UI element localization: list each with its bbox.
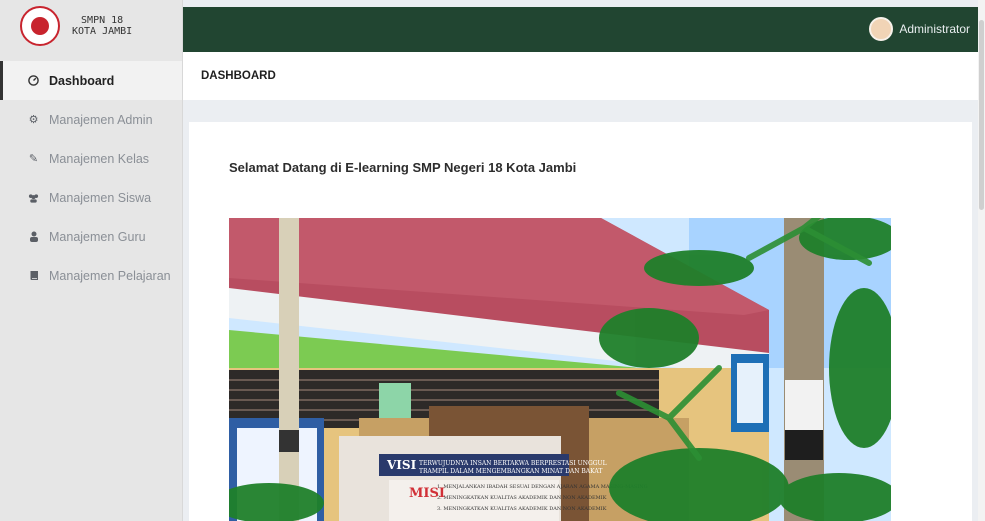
sidebar-item-manajemen-siswa[interactable]: Manajemen Siswa: [0, 178, 182, 217]
pencil-icon: ✎: [28, 153, 39, 165]
sidebar-item-label: Manajemen Admin: [49, 112, 153, 127]
dashboard-icon: [28, 75, 39, 86]
page-scrollbar[interactable]: [978, 0, 985, 521]
sidebar-item-label: Manajemen Kelas: [49, 151, 150, 166]
sidebar-item-label: Manajemen Pelajaran: [49, 268, 171, 283]
users-icon: [28, 192, 39, 203]
user-icon: [28, 231, 39, 242]
school-logo: [20, 6, 60, 46]
sign-visi-title: VISI: [386, 458, 417, 472]
book-icon: [28, 270, 39, 281]
sign-misi-line-2: 2. MENINGKATKAN KUALITAS AKADEMIK DAN NO…: [437, 495, 607, 501]
user-menu[interactable]: Administrator: [869, 17, 970, 41]
sidebar: SMPN 18 KOTA JAMBI Dashboard ⚙ Manajemen…: [0, 0, 183, 521]
sidebar-item-label: Manajemen Guru: [49, 229, 146, 244]
scrollbar-thumb[interactable]: [979, 20, 984, 210]
sidebar-item-dashboard[interactable]: Dashboard: [0, 61, 182, 100]
sidebar-item-manajemen-admin[interactable]: ⚙ Manajemen Admin: [0, 100, 182, 139]
brand-line-2: KOTA JAMBI: [72, 26, 133, 37]
breadcrumb-bar: DASHBOARD: [183, 52, 978, 100]
sidebar-item-label: Manajemen Siswa: [49, 190, 152, 205]
sign-visi-line-1: TERWUJUDNYA INSAN BERTAKWA BERPRESTASI U…: [419, 460, 607, 467]
sidebar-item-manajemen-pelajaran[interactable]: Manajemen Pelajaran: [0, 256, 182, 295]
sidebar-item-manajemen-kelas[interactable]: ✎ Manajemen Kelas: [0, 139, 182, 178]
user-name: Administrator: [899, 22, 970, 36]
brand-name: SMPN 18 KOTA JAMBI: [72, 15, 132, 37]
brand-line-1: SMPN 18: [81, 15, 124, 26]
brand[interactable]: SMPN 18 KOTA JAMBI: [0, 0, 182, 52]
sign-visi-line-2: TRAMPIL DALAM MENGEMBANGKAN MINAT DAN BA…: [419, 468, 602, 475]
content-card: Selamat Datang di E-learning SMP Negeri …: [189, 122, 972, 521]
sign-misi-line-3: 3. MENINGKATKAN KUALITAS AKADEMIK DAN NO…: [437, 506, 607, 512]
gear-icon: ⚙: [28, 114, 39, 126]
avatar: [869, 17, 894, 41]
school-photo: VISI TERWUJUDNYA INSAN BERTAKWA BERPREST…: [229, 218, 891, 521]
welcome-text: Selamat Datang di E-learning SMP Negeri …: [229, 160, 577, 175]
page-title: DASHBOARD: [201, 70, 276, 82]
sidebar-item-label: Dashboard: [49, 73, 115, 88]
sidebar-item-manajemen-guru[interactable]: Manajemen Guru: [0, 217, 182, 256]
sidebar-nav: Dashboard ⚙ Manajemen Admin ✎ Manajemen …: [0, 61, 182, 295]
top-navbar: Administrator: [183, 7, 978, 52]
